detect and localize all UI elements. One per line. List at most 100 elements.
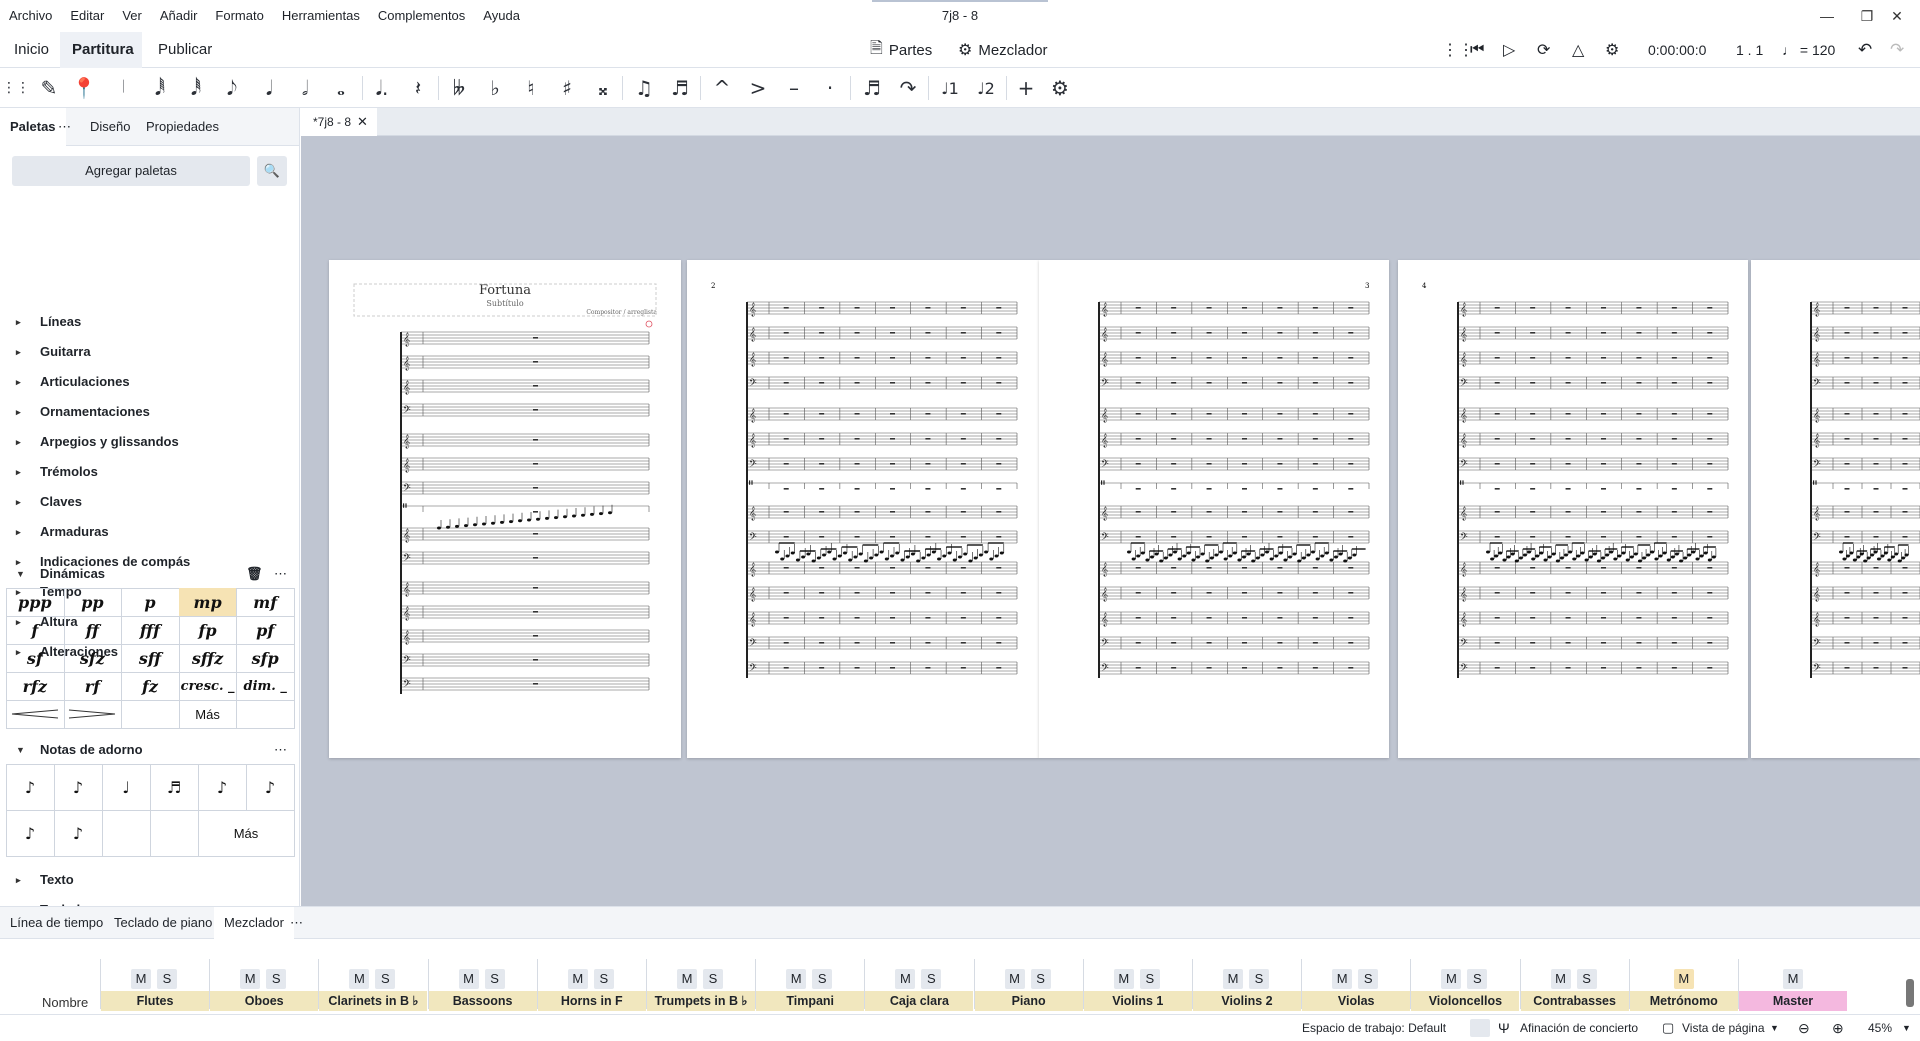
solo-button[interactable]: S [484,969,505,989]
palette-item[interactable]: ▸ Articulaciones [0,368,299,396]
add-icon[interactable]: + [1010,72,1042,104]
mute-button[interactable]: M [1441,969,1462,989]
mute-button[interactable]: M [1332,969,1353,989]
voice-2-icon[interactable]: ♩2 [970,72,1002,104]
solo-button[interactable]: S [703,969,723,989]
mute-button[interactable]: M [786,969,807,989]
more-grace-notes-button[interactable]: Más [198,810,295,857]
palette-item[interactable]: ▸ Ornamentaciones [0,398,299,426]
mute-button[interactable]: M [567,969,588,989]
dynamic-fff-cell[interactable]: fff [121,616,180,645]
mute-button[interactable]: M [1783,969,1803,989]
dynamic-rfz-cell[interactable]: rfz [6,672,65,701]
double-flat-icon[interactable]: 𝄫 [443,72,475,104]
tuplet-icon[interactable]: ♬ [856,72,888,104]
toolbar-settings-icon[interactable]: ⚙ [1044,72,1076,104]
score-page-5[interactable]: 𝄞 𝄞 𝄞 𝄢 𝄞 𝄞 𝄢 𝄥 𝄞 𝄢 𝄞 𝄞 𝄞 𝄢 𝄢 [1751,260,1920,758]
diminuendo-hairpin-icon[interactable] [63,700,123,729]
dynamic-cresc-cell[interactable]: cresc. _ [178,672,238,701]
staccato-icon[interactable]: · [814,72,846,104]
undo-icon[interactable]: ↶ [1858,32,1872,68]
solo-button[interactable]: S [812,969,833,989]
palette-item[interactable]: ▸ Arpegios y glissandos [0,428,299,456]
dynamic-f-cell[interactable]: f [6,616,65,645]
pencil-icon[interactable]: ✎ [33,72,65,104]
dynamic-pp-cell[interactable]: pp [63,588,123,617]
score-view[interactable]: *7j8 - 8 ✕ Fortuna Subtítulo Compositor … [301,108,1920,906]
tempo-display[interactable]: ♩ = 120 [1782,32,1835,68]
tie-icon[interactable]: ♫ [628,72,660,104]
search-icon[interactable]: 🔍 [257,156,287,186]
menu-ayuda[interactable]: Ayuda [474,0,529,32]
grace-menu-icon[interactable]: ⋯ [274,736,287,764]
zoom-out-icon[interactable]: ⊖ [1798,1015,1810,1041]
rewind-icon[interactable]: ⏮ [1470,32,1484,68]
zoom-level[interactable]: 45% [1868,1015,1892,1041]
view-mode-selector[interactable]: Vista de página [1682,1015,1765,1041]
grace-after-16th-icon[interactable]: ♪ [246,764,295,811]
tenuto-icon[interactable]: – [778,72,810,104]
concert-pitch-label[interactable]: Afinación de concierto [1520,1015,1638,1041]
mute-button[interactable]: M [458,969,479,989]
mute-button[interactable]: M [1223,969,1243,989]
tab-partitura[interactable]: Partitura [60,32,142,68]
palette-texto[interactable]: ▸ Texto [0,866,299,894]
solo-button[interactable]: S [375,969,396,989]
solo-button[interactable]: S [593,969,614,989]
dynamic-rf-cell[interactable]: rf [63,672,123,701]
appoggiatura-icon[interactable]: ♪ [54,764,103,811]
add-palettes-button[interactable]: Agregar paletas [12,156,250,186]
grace-after-32nd-icon[interactable]: ♪ [6,810,55,857]
solo-button[interactable]: S [1467,969,1488,989]
toolbar-drag-handle-icon[interactable]: ⋮⋮ [0,72,32,104]
solo-button[interactable]: S [1576,969,1597,989]
mute-button[interactable]: M [895,969,916,989]
solo-button[interactable]: S [1358,969,1379,989]
rest-icon[interactable]: 𝄽 [402,72,434,104]
play-icon[interactable]: ▷ [1503,32,1515,68]
more-dynamics-button[interactable]: Más [121,700,295,729]
score-page-1[interactable]: Fortuna Subtítulo Compositor / arreglist… [329,260,681,758]
solo-button[interactable]: S [1139,969,1160,989]
dynamic-ff-cell[interactable]: ff [63,616,123,645]
mute-button[interactable]: M [1004,969,1025,989]
dynamic-mp-cell[interactable]: mp [178,588,238,617]
score-page-4[interactable]: 4 𝄞 𝄞 𝄞 𝄢 𝄞 𝄞 𝄢 𝄥 𝄞 𝄢 𝄞 𝄞 𝄞 𝄢 𝄢 [1398,260,1748,758]
dynamic-p-cell[interactable]: p [121,588,180,617]
menu-herramientas[interactable]: Herramientas [273,0,369,32]
grace-16th-icon[interactable]: ♩ [102,764,151,811]
score-page-2[interactable]: 2 𝄞 𝄞 𝄞 𝄢 𝄞 𝄞 𝄢 𝄥 𝄞 𝄢 𝄞 𝄞 𝄞 𝄢 𝄢 [687,260,1039,758]
eighth-note-icon[interactable]: 𝅘𝅥𝅮 [216,72,248,104]
dynamic-pf-cell[interactable]: pf [236,616,295,645]
zoom-in-icon[interactable]: ⊕ [1832,1015,1844,1041]
tab-linea-de-tiempo[interactable]: Línea de tiempo [0,907,113,939]
menu-ver[interactable]: Ver [113,0,151,32]
mute-button[interactable]: M [131,969,151,989]
tab-propiedades[interactable]: Propiedades [136,108,229,146]
loop-icon[interactable]: ⟳ [1537,32,1550,68]
mute-button[interactable]: M [1673,969,1694,989]
dynamic-fp-cell[interactable]: fp [178,616,238,645]
menu-anadir[interactable]: Añadir [151,0,207,32]
tab-mezclador[interactable]: Mezclador [214,907,294,939]
palette-teclado[interactable]: ▸ Teclado [0,896,299,906]
marcato-icon[interactable]: ^ [706,72,738,104]
acciaccatura-icon[interactable]: ♪ [6,764,55,811]
tab-diseno[interactable]: Diseño [80,108,140,146]
dynamic-sfp-cell[interactable]: sfp [236,644,295,673]
grace-8th-after-icon[interactable]: ♪ [54,810,103,857]
32nd-note-icon[interactable]: 𝅘𝅥𝅲 [144,72,176,104]
dynamics-menu-icon[interactable]: ⋯ [274,560,287,588]
dynamic-ppp-cell[interactable]: ppp [6,588,65,617]
palette-dinamicas[interactable]: ▼ Dinámicas 🗑 ⋯ [0,560,299,588]
mute-button[interactable]: M [1113,969,1134,989]
paletas-menu-icon[interactable]: ⋯ [54,108,75,146]
palette-item[interactable]: ▸ Claves [0,488,299,516]
menu-editar[interactable]: Editar [61,0,113,32]
document-tab[interactable]: *7j8 - 8 ✕ [301,108,377,136]
64th-note-icon[interactable]: 𝅥 [108,72,140,104]
menu-complementos[interactable]: Complementos [369,0,474,32]
dynamic-sf-cell[interactable]: sf [6,644,65,673]
palette-item[interactable]: ▸ Trémolos [0,458,299,486]
16th-note-icon[interactable]: 𝅘𝅥𝅱 [180,72,212,104]
